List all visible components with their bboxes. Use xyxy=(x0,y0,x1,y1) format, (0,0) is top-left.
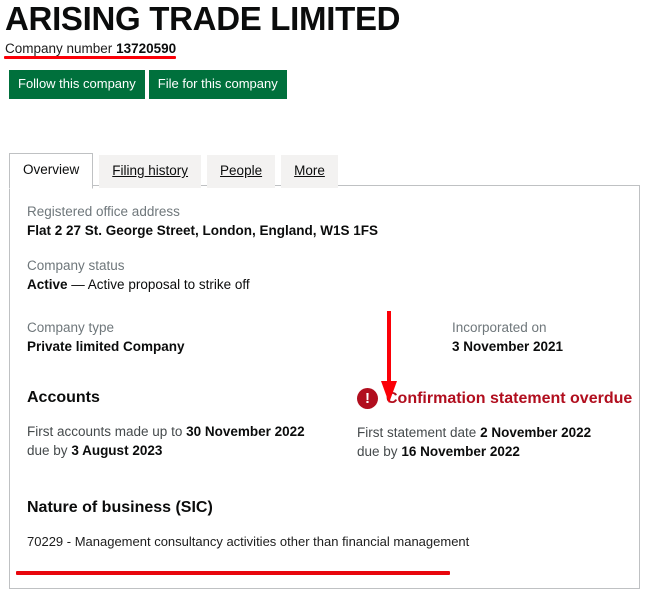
accounts-due-label: due by xyxy=(27,443,68,458)
confirmation-due-label: due by xyxy=(357,444,398,459)
confirmation-due-value: 16 November 2022 xyxy=(401,444,520,459)
tab-more[interactable]: More xyxy=(281,155,338,188)
accounts-and-confirmation-row: Accounts First accounts made up to 30 No… xyxy=(27,388,632,460)
overview-content: Registered office address Flat 2 27 St. … xyxy=(27,202,632,551)
incorporated-on-block: Incorporated on 3 November 2021 xyxy=(452,318,563,356)
sic-heading: Nature of business (SIC) xyxy=(27,499,213,516)
accounts-due-value: 3 August 2023 xyxy=(71,443,163,458)
company-number: Company number 13720590 xyxy=(5,40,176,57)
company-status-value: Active xyxy=(27,277,68,292)
registered-office-block: Registered office address Flat 2 27 St. … xyxy=(27,202,625,240)
file-for-company-button[interactable]: File for this company xyxy=(148,70,287,99)
exclamation-icon: ! xyxy=(357,388,378,409)
first-statement-line: First statement date 2 November 2022 xyxy=(357,423,632,442)
sic-block: Nature of business (SIC) 70229 - Managem… xyxy=(27,498,625,551)
confirmation-statement-status-text: Confirmation statement overdue xyxy=(386,389,633,407)
annotation-underline-sic xyxy=(16,571,450,575)
company-status-value-row: Active — Active proposal to strike off xyxy=(27,275,625,294)
company-status-suffix: — Active proposal to strike off xyxy=(71,277,250,292)
page-title: ARISING TRADE LIMITED xyxy=(5,0,401,37)
confirmation-due-line: due by 16 November 2022 xyxy=(357,442,632,461)
incorporated-on-label: Incorporated on xyxy=(452,320,547,335)
accounts-made-up-value: 30 November 2022 xyxy=(186,424,305,439)
type-and-incorporation-row: Company type Private limited Company Inc… xyxy=(27,318,625,358)
first-statement-value: 2 November 2022 xyxy=(480,425,592,440)
accounts-made-up-label: First accounts made up to xyxy=(27,424,183,439)
registered-office-label: Registered office address xyxy=(27,204,180,219)
incorporated-on-value: 3 November 2021 xyxy=(452,339,564,354)
registered-office-value: Flat 2 27 St. George Street, London, Eng… xyxy=(27,223,379,238)
company-number-value: 13720590 xyxy=(116,41,177,56)
company-number-label: Company number xyxy=(5,41,113,56)
follow-company-button[interactable]: Follow this company xyxy=(9,70,145,99)
tab-navigation: Overview Filing history People More xyxy=(9,153,338,189)
action-buttons: Follow this company File for this compan… xyxy=(9,70,287,99)
first-statement-label: First statement date xyxy=(357,425,477,440)
confirmation-statement-status: ! Confirmation statement overdue xyxy=(357,388,632,409)
overview-panel: Registered office address Flat 2 27 St. … xyxy=(9,185,640,589)
confirmation-statement-block: ! Confirmation statement overdue First s… xyxy=(357,388,632,461)
tab-overview[interactable]: Overview xyxy=(9,153,94,189)
sic-code-line: 70229 - Management consultancy activitie… xyxy=(27,534,470,549)
annotation-underline-company-number xyxy=(4,56,176,59)
tab-people[interactable]: People xyxy=(207,155,276,188)
company-status-block: Company status Active — Active proposal … xyxy=(27,256,625,294)
company-status-label: Company status xyxy=(27,258,125,273)
tab-filing-history[interactable]: Filing history xyxy=(99,155,202,188)
